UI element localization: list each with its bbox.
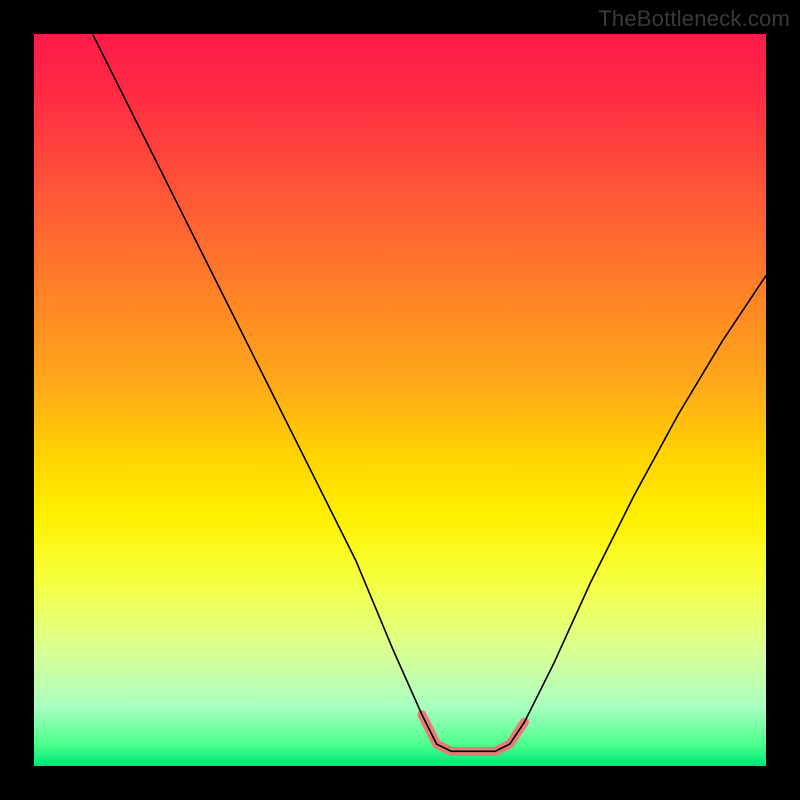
main-curve: [93, 34, 766, 751]
valley-highlight: [422, 715, 524, 752]
plot-area: [34, 34, 766, 766]
watermark-text: TheBottleneck.com: [598, 6, 790, 32]
chart-svg: [34, 34, 766, 766]
chart-frame: TheBottleneck.com: [0, 0, 800, 800]
